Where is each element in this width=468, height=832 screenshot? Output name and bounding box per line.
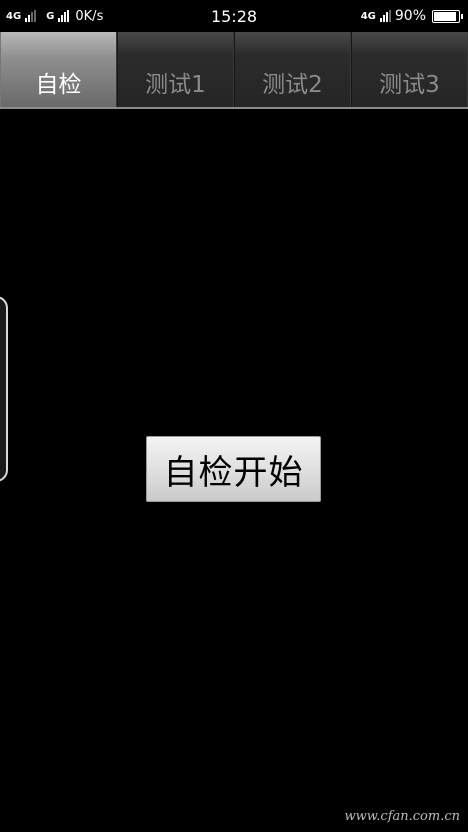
- status-bar: 4G G 0K/s 15:28 4G 90%: [0, 0, 468, 32]
- signal-icon: [58, 10, 70, 22]
- tab-label: 测试3: [379, 72, 440, 98]
- battery-percent: 90%: [394, 8, 426, 24]
- start-self-check-button[interactable]: 自检开始: [146, 436, 321, 502]
- network-type-2: G: [46, 10, 55, 22]
- watermark: www.cfan.com.cn: [344, 809, 460, 824]
- battery-icon: [432, 9, 463, 23]
- clock: 15:28: [210, 6, 258, 26]
- tab-self-check[interactable]: 自检: [0, 32, 117, 107]
- tab-test-1[interactable]: 测试1: [117, 32, 234, 107]
- network-type-3: 4G: [360, 10, 376, 22]
- network-type-1: 4G: [6, 10, 22, 22]
- tab-label: 测试1: [145, 72, 206, 98]
- tab-bar: 自检 测试1 测试2 测试3: [0, 32, 468, 109]
- tab-test-3[interactable]: 测试3: [351, 32, 468, 107]
- tab-test-2[interactable]: 测试2: [234, 32, 351, 107]
- tab-label: 测试2: [262, 72, 323, 98]
- tab-label: 自检: [35, 72, 82, 98]
- network-speed: 0K/s: [75, 8, 104, 24]
- status-right: 4G 90%: [360, 0, 463, 32]
- status-left: 4G G 0K/s: [6, 0, 103, 32]
- side-drawer-handle[interactable]: [0, 296, 8, 482]
- signal-icon: [379, 10, 391, 22]
- signal-icon: [25, 10, 37, 22]
